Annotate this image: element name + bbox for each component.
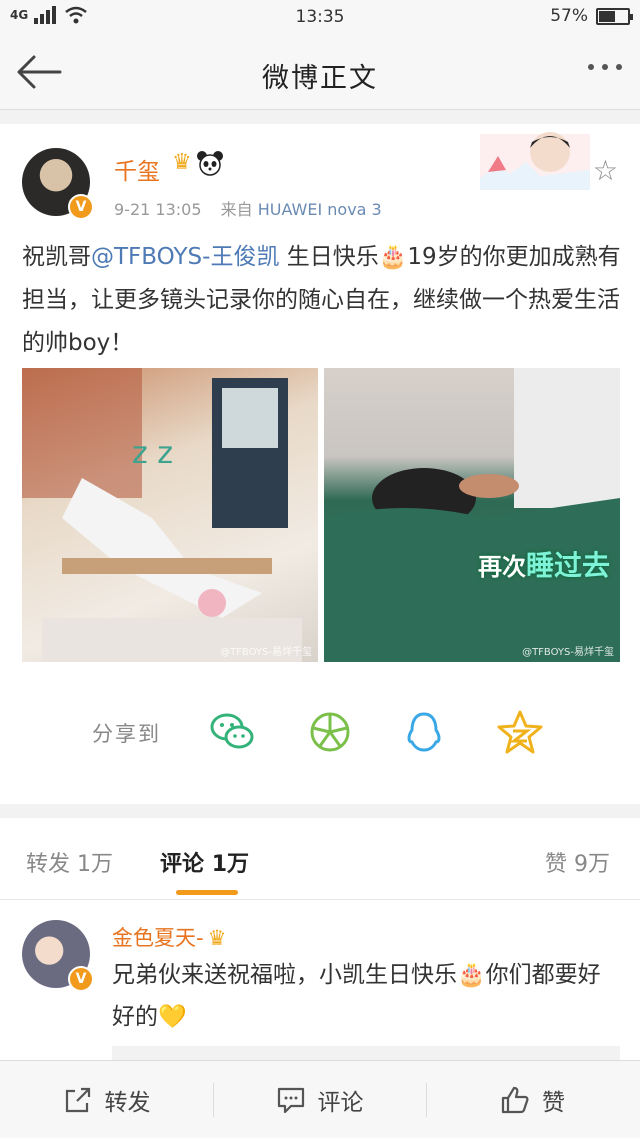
comment-text: 兄弟伙来送祝福啦，小凯生日快乐🎂你们都要好好的💛: [112, 962, 601, 1030]
tab-repost-label: 转发: [26, 852, 71, 877]
sleeping-scene-image: [324, 368, 620, 662]
card-decoration-image: [480, 132, 590, 190]
clock: 13:35: [295, 7, 345, 27]
post-source[interactable]: HUAWEI nova 3: [258, 200, 382, 219]
commenter-name-text: 金色夏天-: [112, 926, 204, 950]
qq-icon[interactable]: [400, 708, 448, 756]
status-right: 57%: [550, 6, 633, 26]
repost-button[interactable]: 转发: [0, 1061, 213, 1138]
post-meta: 9-21 13:05 来自 HUAWEI nova 3: [114, 196, 382, 220]
tab-repost-count: 1万: [77, 852, 114, 877]
source-prefix: 来自: [220, 200, 253, 219]
panda-icon: [196, 151, 223, 176]
caption-main: 睡过去: [525, 549, 610, 582]
moments-icon[interactable]: [306, 708, 354, 756]
post-text-intro: 祝凯哥: [22, 244, 91, 270]
tab-repost[interactable]: 转发 1万: [26, 846, 113, 878]
photo-2-caption: 再次睡过去: [478, 544, 610, 584]
mention-link[interactable]: @TFBOYS-王俊凯: [91, 244, 279, 270]
battery-fill: [599, 10, 615, 22]
commenter-avatar[interactable]: V: [22, 920, 94, 992]
battery-icon: [596, 7, 633, 25]
crown-icon: ♛: [172, 150, 192, 175]
wechat-icon[interactable]: [208, 708, 256, 756]
battery-percent: 57%: [550, 6, 588, 26]
repost-label: 转发: [104, 1090, 151, 1116]
commenter-crown-icon: ♛: [207, 926, 227, 950]
nav-bar: 微博正文: [0, 34, 640, 110]
author-badges: ♛: [172, 150, 224, 176]
more-options-icon[interactable]: [588, 64, 622, 70]
tab-comment[interactable]: 评论 1万: [160, 846, 249, 878]
author-name[interactable]: 千玺: [114, 152, 160, 186]
commenter-name[interactable]: 金色夏天- ♛: [112, 922, 226, 952]
comment-replies-box[interactable]: [112, 1046, 620, 1060]
tab-like[interactable]: 赞 9万: [545, 846, 610, 878]
comment-icon: [277, 1087, 304, 1114]
qzone-icon[interactable]: [496, 708, 544, 756]
comment-button[interactable]: 评论: [213, 1061, 426, 1138]
post-text: 祝凯哥@TFBOYS-王俊凯 生日快乐🎂19岁的你更加成熟有担当，让更多镜头记录…: [22, 236, 622, 365]
status-bar: 4G 13:35 57%: [0, 0, 640, 34]
page-title: 微博正文: [262, 63, 378, 94]
post-time: 9-21 13:05: [114, 200, 202, 219]
post-photo-2[interactable]: 再次睡过去 @TFBOYS-易烊千玺: [324, 368, 620, 662]
interaction-tabs: 转发 1万 评论 1万 赞 9万: [0, 818, 640, 900]
like-label: 赞: [542, 1090, 565, 1116]
photo-1-watermark: @TFBOYS-易烊千玺: [220, 647, 312, 658]
photo-2-watermark: @TFBOYS-易烊千玺: [522, 647, 614, 658]
bottom-action-bar: 转发 评论 赞: [0, 1060, 640, 1138]
tab-active-indicator: [176, 890, 238, 895]
verified-badge: V: [68, 194, 94, 220]
thumbs-up-icon: [501, 1086, 529, 1114]
tab-like-label: 赞: [544, 852, 567, 877]
commenter-verified-badge: V: [68, 966, 94, 992]
tab-comment-count: 1万: [211, 852, 249, 877]
post-photo-1[interactable]: z z @TFBOYS-易烊千玺: [22, 368, 318, 662]
caption-prefix: 再次: [477, 553, 526, 581]
post-card: V 千玺 ♛ 9-21 13:05 来自 HUAWEI nova 3 ☆ 祝凯哥…: [0, 124, 640, 804]
svg-text:z z: z z: [132, 436, 173, 471]
comment-label: 评论: [317, 1090, 364, 1116]
comment-list: V 金色夏天- ♛ 兄弟伙来送祝福啦，小凯生日快乐🎂你们都要好好的💛: [0, 900, 640, 1060]
repost-icon: [65, 1087, 90, 1113]
tab-like-count: 9万: [574, 852, 610, 877]
share-label: 分享到: [92, 722, 161, 746]
favorite-star-icon[interactable]: ☆: [593, 154, 618, 187]
tab-comment-label: 评论: [160, 852, 205, 877]
author-avatar[interactable]: V: [22, 148, 94, 220]
like-button[interactable]: 赞: [426, 1061, 639, 1138]
room-scene-image: z z: [22, 368, 302, 662]
